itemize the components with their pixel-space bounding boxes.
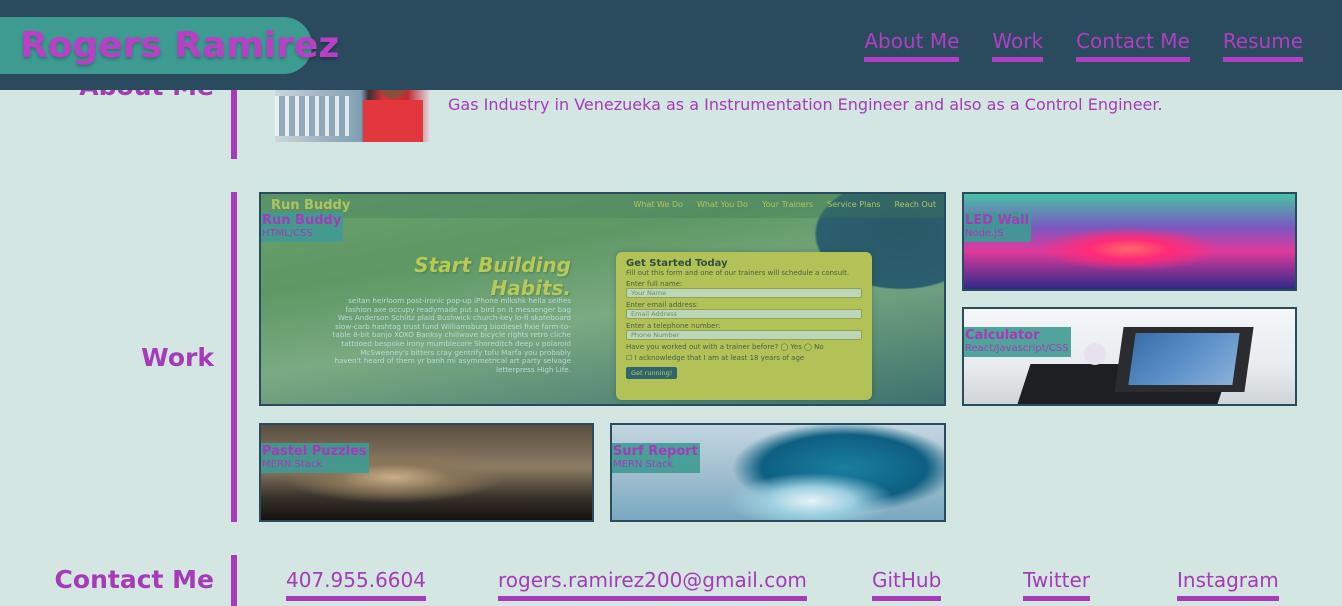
project-label: Surf Report MERN Stack [612,443,700,473]
contact-email-link[interactable]: rogers.ramirez200@gmail.com [498,567,807,601]
contact-section-title: Contact Me [54,565,214,594]
project-card-calculator[interactable]: Calculator React/Javascript/CSS [962,307,1297,406]
project-name: Calculator [965,328,1040,343]
project-label: LED Wall Node.JS [964,212,1032,242]
project-name: Run Buddy [262,213,342,228]
nav-resume[interactable]: Resume [1222,28,1303,62]
project-tech: MERN Stack [613,459,674,470]
work-section-bar [231,192,237,522]
contact-twitter-link[interactable]: Twitter [1023,567,1091,601]
contact-github-link[interactable]: GitHub [872,567,942,601]
main-nav: About Me Work Contact Me Resume [864,28,1303,62]
project-tech: MERN Stack [262,459,323,470]
about-section-bar [231,82,237,159]
contact-phone-link[interactable]: 407.955.6604 [286,567,426,601]
contact-section-bar [231,555,237,606]
site-brand[interactable]: Rogers Ramirez [0,17,339,74]
about-text: Gas Industry in Venezueka as a Instrumen… [448,95,1163,114]
site-header: Rogers Ramirez About Me Work Contact Me … [0,0,1342,90]
work-section-title: Work [141,343,214,372]
project-tech: Node.JS [965,228,1004,239]
project-card-led-wall[interactable]: LED Wall Node.JS [962,192,1297,291]
project-tech: React/Javascript/CSS [965,343,1069,354]
nav-contact-me[interactable]: Contact Me [1076,28,1190,62]
profile-photo [275,82,431,142]
nav-work[interactable]: Work [992,28,1044,62]
project-label: Calculator React/Javascript/CSS [964,327,1071,357]
project-name: Surf Report [613,444,698,459]
project-label: Pastel Puzzles MERN Stack [261,443,369,473]
contact-instagram-link[interactable]: Instagram [1177,567,1279,601]
project-tech: HTML/CSS [262,228,313,239]
project-name: LED Wall [965,213,1030,228]
project-card-run-buddy[interactable]: Run Buddy What We Do What You Do Your Tr… [259,192,946,406]
project-card-pastel-puzzles[interactable]: Pastel Puzzles MERN Stack [259,423,594,522]
project-label: Run Buddy HTML/CSS [261,212,344,242]
nav-about-me[interactable]: About Me [864,28,960,62]
project-card-surf-report[interactable]: Surf Report MERN Stack [610,423,946,522]
project-name: Pastel Puzzles [262,444,367,459]
